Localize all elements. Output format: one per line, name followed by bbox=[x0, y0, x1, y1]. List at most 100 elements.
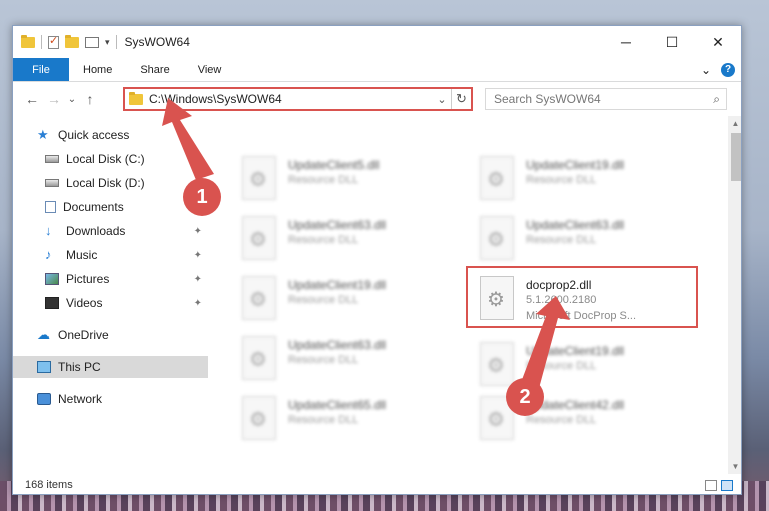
tab-file[interactable]: File bbox=[13, 58, 69, 81]
file-tile[interactable]: UpdateClient42.dll Resource DLL bbox=[470, 388, 700, 446]
dll-file-icon bbox=[480, 342, 514, 386]
recent-locations-button[interactable]: ⌄ bbox=[65, 94, 79, 105]
sidebar-item-label: Quick access bbox=[58, 128, 130, 142]
highlight-box bbox=[466, 266, 698, 328]
sidebar-item-label: OneDrive bbox=[58, 328, 109, 342]
window-controls: ─ ☐ ✕ bbox=[603, 26, 741, 58]
star-icon: ★ bbox=[37, 127, 49, 142]
address-path[interactable]: C:\Windows\SysWOW64 bbox=[149, 92, 433, 106]
search-icon[interactable]: ⌕ bbox=[713, 92, 720, 107]
tab-view[interactable]: View bbox=[184, 58, 236, 81]
sidebar-item-label: Music bbox=[66, 248, 98, 262]
close-button[interactable]: ✕ bbox=[695, 26, 741, 58]
new-folder-icon[interactable] bbox=[65, 34, 79, 48]
sidebar-item-label: Documents bbox=[63, 200, 124, 214]
qa-dropdown-icon[interactable]: ▾ bbox=[105, 37, 110, 48]
file-tile[interactable]: UpdateClient63.dll Resource DLL bbox=[232, 328, 462, 386]
download-icon: ↓ bbox=[45, 223, 52, 238]
sidebar-item-network[interactable]: Network bbox=[13, 388, 208, 410]
navigation-bar: ← → ⌄ ↑ C:\Windows\SysWOW64 ⌄ ↻ Search S… bbox=[13, 82, 741, 116]
sidebar-item-label: Videos bbox=[66, 296, 103, 310]
customize-view-icon[interactable] bbox=[85, 36, 99, 48]
file-tile[interactable]: UpdateClient19.dll Resource DLL bbox=[470, 148, 700, 206]
tiles-view-icon[interactable] bbox=[721, 479, 733, 491]
dll-file-icon bbox=[242, 336, 276, 380]
scroll-down-icon[interactable]: ▼ bbox=[728, 459, 741, 474]
videos-icon bbox=[45, 297, 59, 309]
details-view-icon[interactable] bbox=[705, 479, 717, 491]
sidebar-item-label: Local Disk (D:) bbox=[66, 176, 145, 190]
file-tile[interactable]: UpdateClient19.dll Resource DLL bbox=[470, 334, 700, 392]
expand-ribbon-icon[interactable]: ⌄ bbox=[701, 63, 711, 77]
item-count: 168 items bbox=[25, 479, 73, 491]
dll-file-icon bbox=[480, 216, 514, 260]
sidebar-item-label: Network bbox=[58, 392, 103, 406]
up-button[interactable]: ↑ bbox=[79, 91, 101, 107]
file-tile[interactable]: UpdateClient63.dll Resource DLL bbox=[470, 208, 700, 266]
pin-icon: ✦ bbox=[193, 297, 202, 309]
scrollbar-thumb[interactable] bbox=[731, 133, 741, 181]
sidebar-item-label: Downloads bbox=[66, 224, 126, 238]
dll-file-icon bbox=[480, 156, 514, 200]
pin-icon: ✦ bbox=[193, 249, 202, 261]
tab-share[interactable]: Share bbox=[126, 58, 183, 81]
pin-icon: ✦ bbox=[193, 273, 202, 285]
step-1-badge: 1 bbox=[183, 178, 221, 216]
drive-icon bbox=[45, 179, 59, 187]
navigation-pane: ★ Quick access Local Disk (C:) ✦ Local D… bbox=[13, 116, 208, 474]
quick-access-toolbar: ▾ bbox=[13, 34, 117, 49]
minimize-button[interactable]: ─ bbox=[603, 26, 649, 58]
ribbon-tabs: File Home Share View ⌄ ? bbox=[13, 58, 741, 82]
scroll-up-icon[interactable]: ▲ bbox=[728, 116, 741, 131]
pin-icon: ✦ bbox=[193, 225, 202, 237]
status-bar: 168 items bbox=[13, 474, 741, 494]
sidebar-item-onedrive[interactable]: ☁ OneDrive bbox=[13, 324, 208, 346]
search-box[interactable]: Search SysWOW64 ⌕ bbox=[485, 88, 727, 110]
step-2-badge: 2 bbox=[506, 378, 544, 416]
computer-icon bbox=[37, 361, 51, 373]
drive-icon bbox=[45, 155, 59, 163]
tab-home[interactable]: Home bbox=[69, 58, 126, 81]
address-bar[interactable]: C:\Windows\SysWOW64 ⌄ ↻ bbox=[123, 87, 473, 111]
sidebar-item-videos[interactable]: Videos ✦ bbox=[13, 292, 208, 314]
sidebar-item-label: Pictures bbox=[66, 272, 110, 286]
vertical-scrollbar[interactable]: ▲ ▼ bbox=[728, 116, 741, 474]
file-tile[interactable]: UpdateClient19.dll Resource DLL bbox=[232, 268, 462, 326]
folder-icon bbox=[129, 91, 143, 105]
dll-file-icon bbox=[242, 156, 276, 200]
sidebar-item-this-pc[interactable]: This PC bbox=[13, 356, 208, 378]
address-dropdown-icon[interactable]: ⌄ bbox=[433, 93, 451, 106]
folder-icon bbox=[21, 34, 35, 48]
network-icon bbox=[37, 393, 51, 405]
sidebar-item-local-disk-d[interactable]: Local Disk (D:) bbox=[13, 172, 208, 194]
documents-icon bbox=[45, 201, 56, 213]
sidebar-item-label: Local Disk (C:) bbox=[66, 152, 145, 166]
file-explorer-window: ▾ SysWOW64 ─ ☐ ✕ File Home Share View ⌄ … bbox=[12, 25, 742, 495]
file-tile[interactable]: UpdateClient65.dll Resource DLL bbox=[232, 388, 462, 446]
sidebar-item-documents[interactable]: Documents bbox=[13, 196, 208, 218]
music-icon: ♪ bbox=[45, 247, 52, 262]
sidebar-item-pictures[interactable]: Pictures ✦ bbox=[13, 268, 208, 290]
properties-icon[interactable] bbox=[48, 34, 59, 49]
sidebar-item-downloads[interactable]: ↓ Downloads ✦ bbox=[13, 220, 208, 242]
back-button[interactable]: ← bbox=[21, 91, 43, 107]
window-title: SysWOW64 bbox=[124, 35, 190, 49]
help-icon[interactable]: ? bbox=[721, 62, 735, 77]
title-bar: ▾ SysWOW64 ─ ☐ ✕ bbox=[13, 26, 741, 58]
sidebar-item-quick-access[interactable]: ★ Quick access bbox=[13, 124, 208, 146]
file-list: UpdateClient5.dll Resource DLL UpdateCli… bbox=[208, 116, 728, 474]
file-tile[interactable]: UpdateClient5.dll Resource DLL bbox=[232, 148, 462, 206]
dll-file-icon bbox=[242, 396, 276, 440]
onedrive-icon: ☁ bbox=[37, 327, 50, 342]
dll-file-icon bbox=[242, 216, 276, 260]
pictures-icon bbox=[45, 273, 59, 285]
search-input[interactable]: Search SysWOW64 bbox=[494, 92, 601, 106]
maximize-button[interactable]: ☐ bbox=[649, 26, 695, 58]
sidebar-item-music[interactable]: ♪ Music ✦ bbox=[13, 244, 208, 266]
sidebar-item-local-disk-c[interactable]: Local Disk (C:) ✦ bbox=[13, 148, 208, 170]
file-tile[interactable]: UpdateClient63.dll Resource DLL bbox=[232, 208, 462, 266]
sidebar-item-label: This PC bbox=[58, 360, 101, 374]
forward-button[interactable]: → bbox=[43, 91, 65, 107]
pin-icon: ✦ bbox=[193, 153, 202, 165]
refresh-button[interactable]: ↻ bbox=[451, 89, 471, 109]
